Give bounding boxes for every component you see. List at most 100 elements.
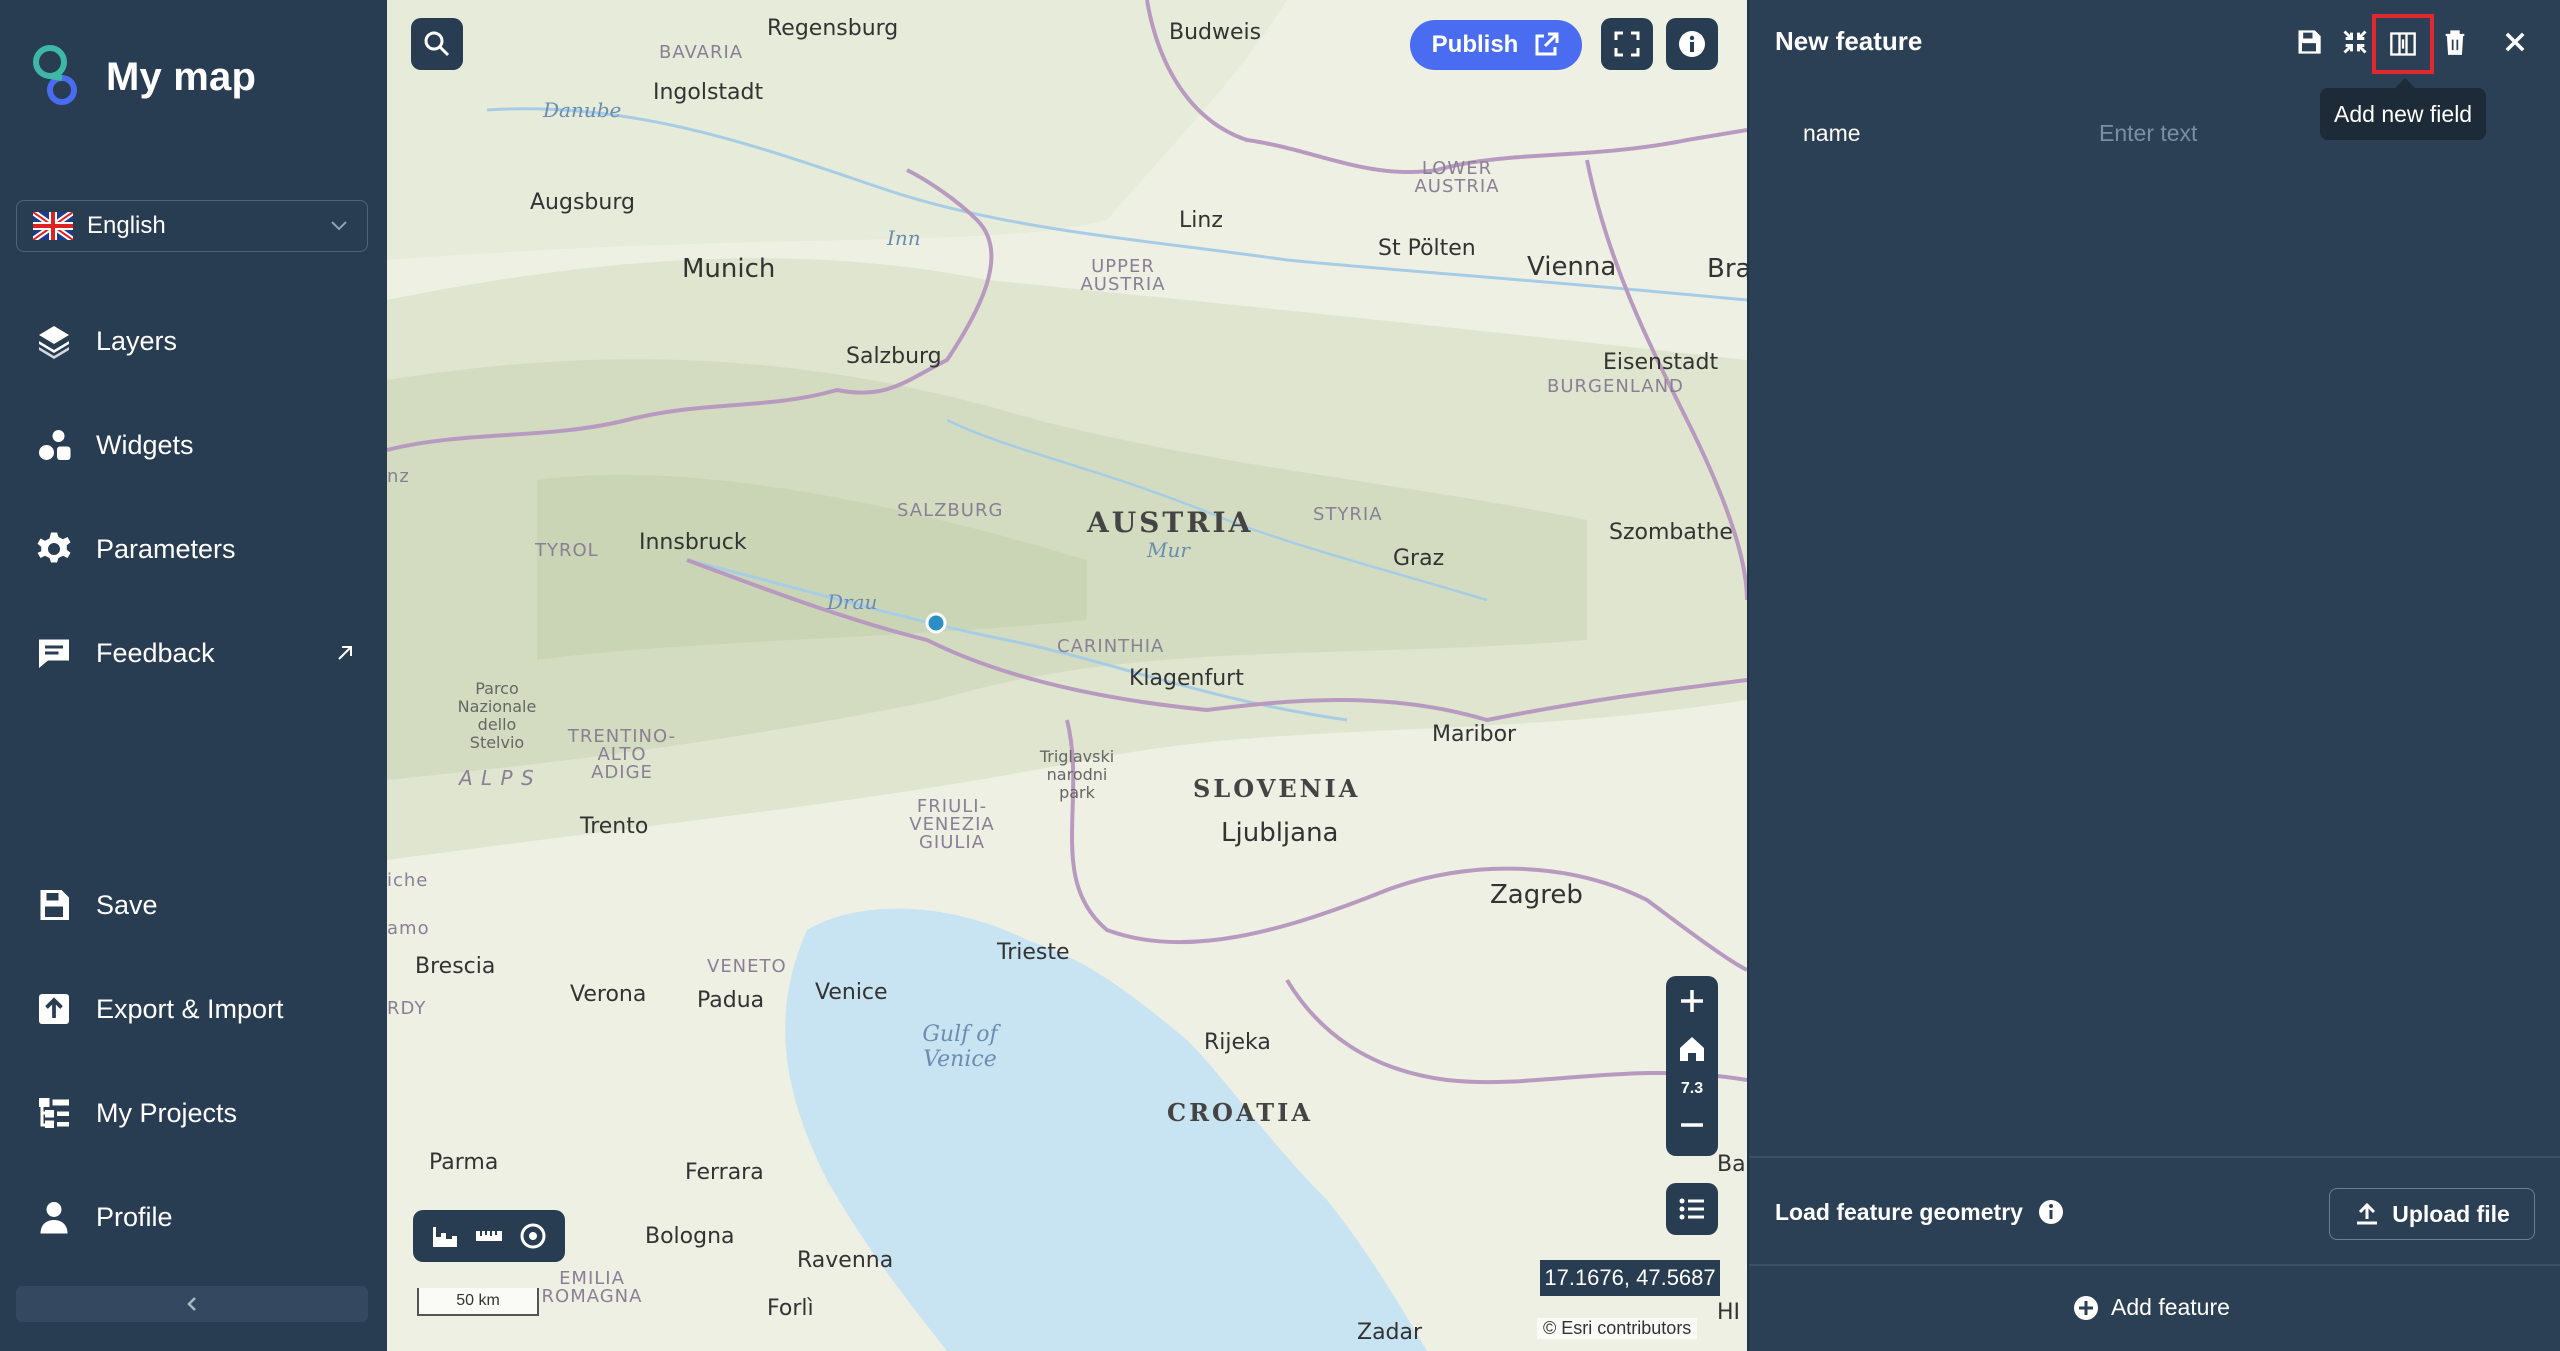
load-geometry-text: Load feature geometry [1775,1198,2023,1225]
home-button[interactable] [1666,1034,1718,1064]
coordinates-readout: 17.1676, 47.5687 [1540,1260,1720,1296]
language-select[interactable]: English [16,200,368,252]
map-label-city: Budweis [1169,20,1262,45]
map-label-region: nz [387,466,410,487]
nav-feedback-label: Feedback [96,637,215,668]
ruler-icon[interactable] [474,1221,504,1251]
map-label-region: STYRIA [1313,504,1383,525]
map-label-city: Ingolstadt [653,80,764,105]
map-label-city: Venice [815,980,888,1005]
map-label-region: FRIULI-VENEZIA GIULIA [909,796,995,853]
publish-label: Publish [1431,31,1519,58]
map-label-city: Padua [697,988,765,1013]
map-label-city: Linz [1179,208,1223,233]
plus-icon [1681,990,1703,1012]
map-label-region: VENETO [707,956,787,977]
map-label-city: Bologna [645,1224,735,1249]
zoom-level: 7.3 [1680,1080,1704,1097]
delete-feature-button[interactable] [2435,22,2475,62]
nav-widgets[interactable]: Widgets [36,427,356,463]
map-label-city: Zagreb [1490,880,1583,910]
feedback-icon [39,639,69,668]
map-label-city: Ferrara [685,1160,764,1185]
map-label-city: Trento [580,814,649,839]
search-icon [424,31,450,57]
save-feature-button[interactable] [2289,22,2329,62]
map-label-city: Ba [1717,1152,1746,1177]
map-label-region: UPPER AUSTRIA [1080,256,1166,295]
fullscreen-icon [1614,31,1640,57]
nav-widgets-label: Widgets [96,429,194,460]
map-tools [413,1210,565,1262]
info-icon [1679,31,1705,57]
panel-title: New feature [1775,26,1923,56]
nav-my-projects[interactable]: My Projects [36,1095,356,1131]
nav-export-import-label: Export & Import [96,993,284,1024]
nav-profile[interactable]: Profile [36,1199,356,1235]
map-label-water: Mur [1147,538,1190,562]
nav-layers[interactable]: Layers [36,323,356,359]
nav-save[interactable]: Save [36,887,356,923]
projects-icon [39,1098,69,1128]
close-panel-button[interactable] [2495,22,2535,62]
map-label-city: Ljubljana [1221,818,1339,848]
field-name-label: name [1803,120,1861,146]
layers-icon [39,326,69,359]
home-icon [1680,1037,1704,1061]
map-label-city: Munich [682,254,776,284]
chevron-down-icon [331,221,347,231]
map-label-city: Brescia [415,954,496,979]
nav-parameters-label: Parameters [96,533,236,564]
upload-file-label: Upload file [2392,1200,2510,1227]
map-label-park: Triglavski narodni park [1039,747,1115,802]
map-label-city: Klagenfurt [1129,666,1244,691]
fullscreen-button[interactable] [1601,18,1653,70]
map-label-region: SALZBURG [897,500,1004,521]
nav-save-label: Save [96,889,158,920]
legend-button[interactable] [1666,1183,1718,1235]
add-feature-button[interactable]: Add feature [2073,1294,2230,1321]
search-button[interactable] [411,18,463,70]
nav-export-import[interactable]: Export & Import [36,991,356,1027]
zoom-in-button[interactable] [1666,986,1718,1016]
map-canvas[interactable]: Regensburg Budweis Ingolstadt Augsburg M… [387,0,1747,1351]
map-label-water: Gulf of Venice [922,1022,998,1072]
zoom-out-button[interactable] [1666,1110,1718,1140]
nav-profile-label: Profile [96,1201,173,1232]
save-icon [2298,30,2321,54]
minus-icon [1681,1123,1703,1127]
elevation-profile-icon[interactable] [430,1221,460,1251]
location-marker [925,612,947,634]
plus-circle-icon [2074,1295,2098,1320]
nav-feedback[interactable]: Feedback [36,635,356,671]
map-label-city: Maribor [1432,722,1517,747]
collapse-sidebar-button[interactable] [16,1286,368,1322]
collapse-panel-button[interactable] [2335,22,2375,62]
field-value-input[interactable]: Enter text [2099,120,2197,147]
brand[interactable]: My map [28,42,256,112]
map-label-country: AUSTRIA [1087,506,1254,539]
map-label-city: Bra [1707,254,1747,284]
trash-icon [2445,30,2465,55]
upload-file-button[interactable]: Upload file [2329,1188,2535,1240]
panel-footer: Load feature geometry Upload file Add fe… [1749,1156,2560,1351]
map-label-city: Rijeka [1204,1030,1271,1055]
map-label-city: Augsburg [530,190,635,215]
info-icon[interactable] [2037,1198,2065,1226]
uk-flag-icon [33,212,73,240]
map-label-region: CARINTHIA [1057,636,1165,657]
nav-parameters[interactable]: Parameters [36,531,356,567]
map-label-park: Parco Nazionale dello Stelvio [457,679,537,752]
add-field-button[interactable] [2372,14,2434,74]
map-label-region: LOWER AUSTRIA [1414,158,1500,197]
map-label-region: EMILIA ROMAGNA [541,1268,643,1307]
publish-button[interactable]: Publish [1410,20,1582,70]
external-link-icon [338,646,352,660]
map-label-city: Graz [1393,546,1445,571]
user-icon [40,1202,68,1234]
map-label-region: TYROL [535,540,599,561]
info-button[interactable] [1666,18,1718,70]
zoom-controls: 7.3 [1666,976,1718,1156]
location-icon[interactable] [518,1221,548,1251]
external-link-icon [1535,32,1559,56]
